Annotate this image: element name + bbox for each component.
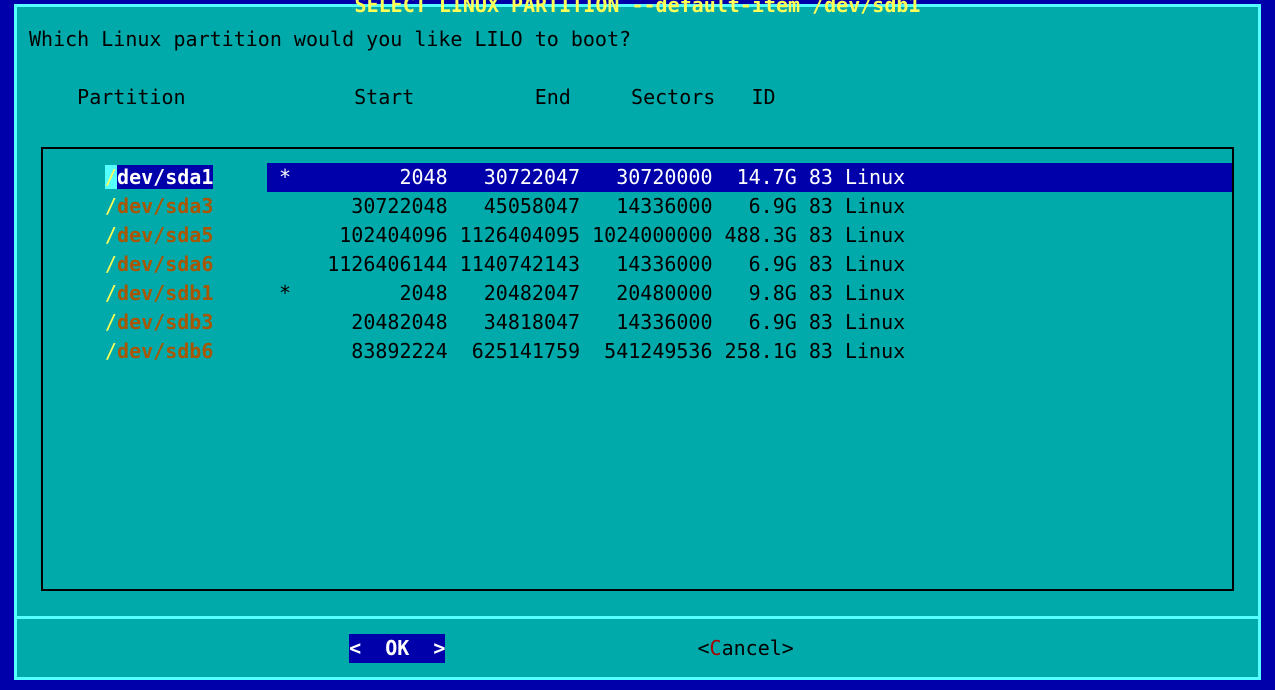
partition-info: 83892224 625141759 541249536 258.1G 83 L… [267,337,1232,366]
partition-row[interactable]: /dev/sda3 30722048 45058047 14336000 6.9… [43,192,1232,221]
cancel-button[interactable]: <Cancel> [698,634,794,663]
partition-info: 1126406144 1140742143 14336000 6.9G 83 L… [267,250,1232,279]
dialog-box: SELECT LINUX PARTITION --default-item /d… [14,4,1261,680]
partition-info: 102404096 1126404095 1024000000 488.3G 8… [267,221,1232,250]
dialog-prompt: Which Linux partition would you like LIL… [29,25,631,54]
partition-row[interactable]: /dev/sda5 102404096 1126404095 102400000… [43,221,1232,250]
partition-info: 20482048 34818047 14336000 6.9G 83 Linux [267,308,1232,337]
partition-row[interactable]: /dev/sda6 1126406144 1140742143 14336000… [43,250,1232,279]
partition-row[interactable]: /dev/sdb6 83892224 625141759 541249536 2… [43,337,1232,366]
partition-device: /dev/sda5 [43,221,267,250]
partition-device: /dev/sdb3 [43,308,267,337]
partition-row[interactable]: /dev/sdb3 20482048 34818047 14336000 6.9… [43,308,1232,337]
partition-info: * 2048 20482047 20480000 9.8G 83 Linux [267,279,1232,308]
divider [14,616,1261,619]
partition-info: * 2048 30722047 30720000 14.7G 83 Linux [267,163,1232,192]
button-bar: < OK > <Cancel> [17,634,1258,663]
partition-listbox[interactable]: /dev/sda1 * 2048 30722047 30720000 14.7G… [41,147,1234,591]
ok-button[interactable]: < OK > [349,634,445,663]
partition-row[interactable]: /dev/sdb1 * 2048 20482047 20480000 9.8G … [43,279,1232,308]
dialog-title: SELECT LINUX PARTITION --default-item /d… [17,0,1258,20]
column-headers: Partition Start End Sectors ID [29,83,776,112]
partition-device: /dev/sdb1 [43,279,267,308]
partition-device: /dev/sdb6 [43,337,267,366]
partition-device: /dev/sda3 [43,192,267,221]
partition-device: /dev/sda6 [43,250,267,279]
partition-row[interactable]: /dev/sda1 * 2048 30722047 30720000 14.7G… [43,163,1232,192]
partition-device: /dev/sda1 [43,163,267,192]
partition-info: 30722048 45058047 14336000 6.9G 83 Linux [267,192,1232,221]
